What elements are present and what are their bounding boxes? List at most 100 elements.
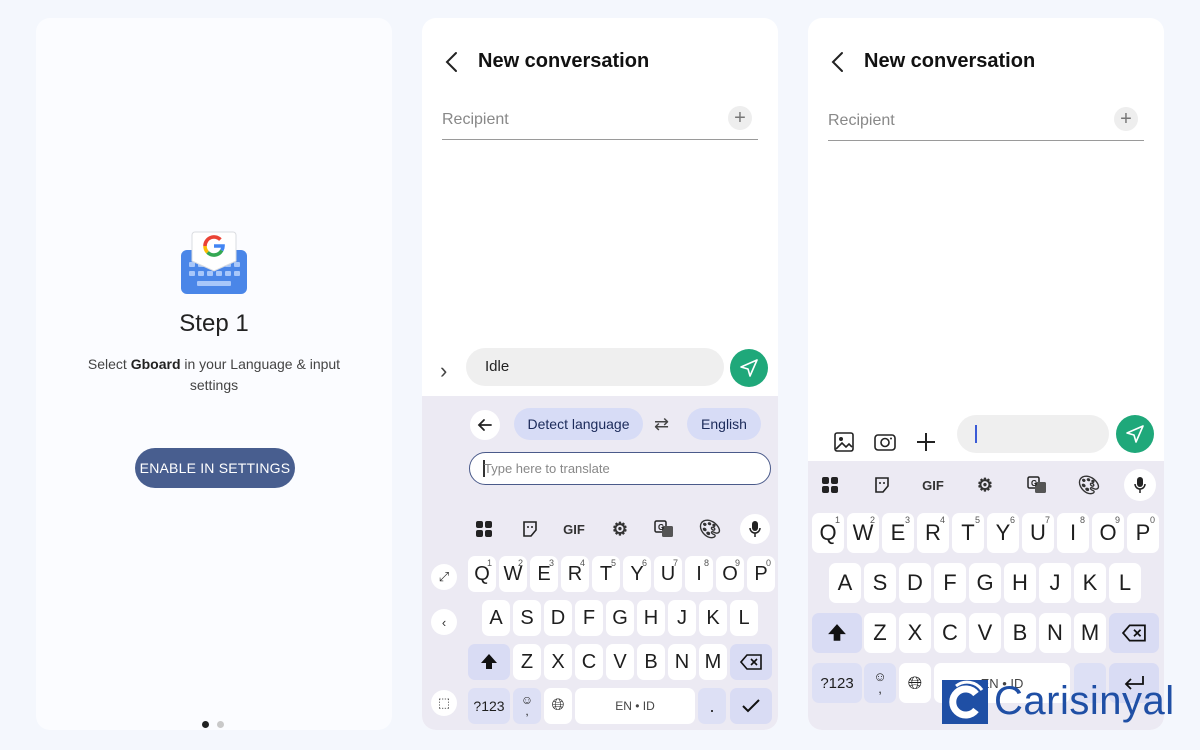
- key-c[interactable]: C: [575, 644, 603, 680]
- key-n[interactable]: N: [1039, 613, 1071, 653]
- message-input[interactable]: [957, 415, 1109, 453]
- period-key[interactable]: .: [698, 688, 726, 724]
- gif-icon[interactable]: GIF: [919, 471, 947, 499]
- key-o[interactable]: O9: [1092, 513, 1124, 553]
- key-h[interactable]: H: [637, 600, 665, 636]
- key-x[interactable]: X: [899, 613, 931, 653]
- image-icon[interactable]: [832, 430, 856, 454]
- key-m[interactable]: M: [1074, 613, 1106, 653]
- key-v[interactable]: V: [969, 613, 1001, 653]
- globe-icon[interactable]: 🌐︎: [899, 663, 931, 703]
- key-n[interactable]: N: [668, 644, 696, 680]
- key-j[interactable]: J: [1039, 563, 1071, 603]
- key-h[interactable]: H: [1004, 563, 1036, 603]
- key-w[interactable]: W2: [847, 513, 879, 553]
- key-i[interactable]: I8: [1057, 513, 1089, 553]
- key-g[interactable]: G: [606, 600, 634, 636]
- key-o[interactable]: O9: [716, 556, 744, 592]
- apps-grid-icon[interactable]: [470, 515, 498, 543]
- gif-icon[interactable]: GIF: [560, 515, 588, 543]
- key-a[interactable]: A: [482, 600, 510, 636]
- key-l[interactable]: L: [730, 600, 758, 636]
- key-s[interactable]: S: [513, 600, 541, 636]
- key-g[interactable]: G: [969, 563, 1001, 603]
- key-v[interactable]: V: [606, 644, 634, 680]
- enable-in-settings-button[interactable]: ENABLE IN SETTINGS: [135, 448, 295, 488]
- globe-icon[interactable]: 🌐︎: [544, 688, 572, 724]
- key-d[interactable]: D: [899, 563, 931, 603]
- key-y[interactable]: Y6: [987, 513, 1019, 553]
- key-t[interactable]: T5: [592, 556, 620, 592]
- theme-palette-icon[interactable]: 🎨︎: [1075, 471, 1103, 499]
- recipient-field[interactable]: Recipient +: [828, 105, 1144, 141]
- sticker-icon[interactable]: [516, 515, 544, 543]
- back-arrow-icon[interactable]: [828, 50, 850, 74]
- key-k[interactable]: K: [699, 600, 727, 636]
- translate-input[interactable]: Type here to translate: [469, 452, 771, 485]
- microphone-icon[interactable]: [740, 514, 770, 544]
- theme-palette-icon[interactable]: 🎨︎: [696, 515, 724, 543]
- camera-icon[interactable]: [873, 430, 897, 454]
- symbols-key[interactable]: ?123: [468, 688, 510, 724]
- key-m[interactable]: M: [699, 644, 727, 680]
- key-u[interactable]: U7: [654, 556, 682, 592]
- key-f[interactable]: F: [934, 563, 966, 603]
- key-u[interactable]: U7: [1022, 513, 1054, 553]
- settings-gear-icon[interactable]: ⚙: [606, 515, 634, 543]
- done-key[interactable]: [730, 688, 772, 724]
- send-button[interactable]: [1116, 415, 1154, 453]
- key-p[interactable]: P0: [1127, 513, 1159, 553]
- fullscreen-icon[interactable]: ⤢: [431, 564, 457, 590]
- key-z[interactable]: Z: [864, 613, 896, 653]
- add-recipient-icon[interactable]: +: [1114, 107, 1138, 131]
- plus-icon[interactable]: [914, 430, 938, 454]
- backspace-key[interactable]: [730, 644, 772, 680]
- sticker-icon[interactable]: [868, 471, 896, 499]
- space-key[interactable]: EN • ID: [575, 688, 695, 724]
- send-button[interactable]: [730, 349, 768, 387]
- key-q[interactable]: Q1: [812, 513, 844, 553]
- key-j[interactable]: J: [668, 600, 696, 636]
- emoji-comma-key[interactable]: ☺,: [513, 688, 541, 724]
- swap-languages-icon[interactable]: ⇄: [654, 414, 669, 435]
- key-b[interactable]: B: [637, 644, 665, 680]
- key-q[interactable]: Q1: [468, 556, 496, 592]
- key-p[interactable]: P0: [747, 556, 775, 592]
- select-region-icon[interactable]: ⬚: [431, 690, 457, 716]
- key-b[interactable]: B: [1004, 613, 1036, 653]
- emoji-comma-key[interactable]: ☺,: [864, 663, 896, 703]
- key-y[interactable]: Y6: [623, 556, 651, 592]
- translate-back-button[interactable]: [470, 410, 500, 440]
- translate-icon[interactable]: G: [650, 515, 678, 543]
- backspace-key[interactable]: [1109, 613, 1159, 653]
- back-arrow-icon[interactable]: [442, 50, 464, 74]
- key-a[interactable]: A: [829, 563, 861, 603]
- key-w[interactable]: W2: [499, 556, 527, 592]
- key-r[interactable]: R4: [561, 556, 589, 592]
- target-language-chip[interactable]: English: [687, 408, 761, 440]
- key-s[interactable]: S: [864, 563, 896, 603]
- key-k[interactable]: K: [1074, 563, 1106, 603]
- settings-gear-icon[interactable]: ⚙: [971, 471, 999, 499]
- symbols-key[interactable]: ?123: [812, 663, 862, 703]
- source-language-chip[interactable]: Detect language: [514, 408, 643, 440]
- key-t[interactable]: T5: [952, 513, 984, 553]
- message-input[interactable]: Idle: [466, 348, 724, 386]
- key-i[interactable]: I8: [685, 556, 713, 592]
- chevron-right-icon[interactable]: ›: [440, 358, 454, 383]
- collapse-left-icon[interactable]: ‹: [431, 609, 457, 635]
- translate-icon[interactable]: G: [1023, 471, 1051, 499]
- key-c[interactable]: C: [934, 613, 966, 653]
- microphone-icon[interactable]: [1124, 469, 1156, 501]
- key-r[interactable]: R4: [917, 513, 949, 553]
- key-l[interactable]: L: [1109, 563, 1141, 603]
- key-x[interactable]: X: [544, 644, 572, 680]
- apps-grid-icon[interactable]: [816, 471, 844, 499]
- key-f[interactable]: F: [575, 600, 603, 636]
- shift-key[interactable]: [812, 613, 862, 653]
- shift-key[interactable]: [468, 644, 510, 680]
- key-z[interactable]: Z: [513, 644, 541, 680]
- recipient-field[interactable]: Recipient +: [442, 104, 758, 140]
- add-recipient-icon[interactable]: +: [728, 106, 752, 130]
- key-e[interactable]: E3: [530, 556, 558, 592]
